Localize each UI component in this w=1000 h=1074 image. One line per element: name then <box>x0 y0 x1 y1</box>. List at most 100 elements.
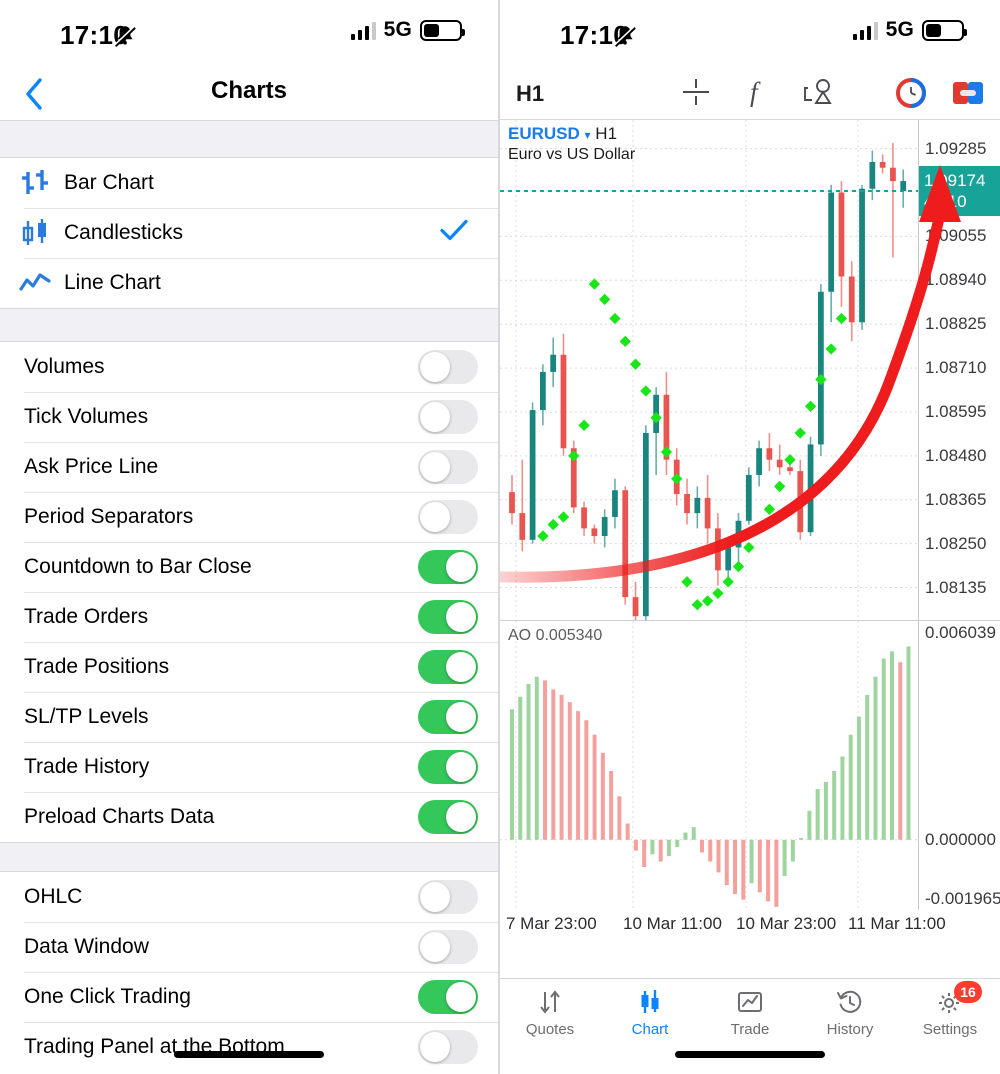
back-button[interactable] <box>14 74 54 114</box>
toggle-volumes[interactable] <box>418 350 478 384</box>
setting-row-volumes[interactable]: Volumes <box>0 342 498 392</box>
chart-type-row-bar[interactable]: Bar Chart <box>0 158 498 208</box>
toggle-ask-price-line[interactable] <box>418 450 478 484</box>
indicators-f-icon[interactable]: f <box>744 76 770 113</box>
objects-icon[interactable] <box>802 76 836 113</box>
candlestick-icon <box>18 218 64 248</box>
tab-quotes[interactable]: Quotes <box>500 979 600 1045</box>
bell-slash-icon <box>612 23 638 54</box>
setting-row-ohlc[interactable]: OHLC <box>0 872 498 922</box>
section-gap-top <box>0 120 498 158</box>
ao-tick: 0.006039 <box>925 623 996 643</box>
price-tick: 1.08250 <box>925 534 986 554</box>
price-tick: 1.08135 <box>925 578 986 598</box>
crosshair-icon[interactable] <box>680 76 712 113</box>
toggle-one-click-trading[interactable] <box>418 980 478 1014</box>
price-tick: 1.08940 <box>925 270 986 290</box>
chart-type-label: Candlesticks <box>64 221 183 245</box>
time-tick: 11 Mar 11:00 <box>848 914 946 934</box>
tab-chart[interactable]: Chart <box>600 979 700 1045</box>
setting-label: Trade History <box>24 755 149 779</box>
tab-history[interactable]: History <box>800 979 900 1045</box>
section-gap-bottom <box>0 842 498 872</box>
price-tick: 1.08480 <box>925 446 986 466</box>
setting-label: One Click Trading <box>24 985 191 1009</box>
setting-row-countdown[interactable]: Countdown to Bar Close <box>0 542 498 592</box>
setting-row-trade-positions[interactable]: Trade Positions <box>0 642 498 692</box>
chart-toolbar: H1 f <box>500 68 1000 120</box>
price-chart[interactable]: EURUSD ▾ H1 Euro vs US Dollar 1.092851.0… <box>500 120 1000 620</box>
tab-bar: Quotes Chart Trade <box>500 978 1000 1074</box>
setting-row-one-click-trading[interactable]: One Click Trading <box>0 972 498 1022</box>
setting-label: SL/TP Levels <box>24 705 149 729</box>
setting-label: Volumes <box>24 355 105 379</box>
ao-name: AO <box>508 627 531 644</box>
price-tick: 1.09285 <box>925 139 986 159</box>
clock-circle-icon[interactable] <box>896 78 926 113</box>
setting-label: Period Separators <box>24 505 193 529</box>
tab-label: Trade <box>731 1021 770 1038</box>
toggle-period-separators[interactable] <box>418 500 478 534</box>
battery-icon <box>420 20 462 41</box>
timeframe-button[interactable]: H1 <box>516 81 544 107</box>
setting-row-data-window[interactable]: Data Window <box>0 922 498 972</box>
toggle-preload-charts-data[interactable] <box>418 800 478 834</box>
setting-label: Preload Charts Data <box>24 805 214 829</box>
setting-row-ask-price-line[interactable]: Ask Price Line <box>0 442 498 492</box>
new-order-icon[interactable] <box>952 80 984 111</box>
status-right: 5G <box>853 18 964 42</box>
price-tick: 1.08365 <box>925 490 986 510</box>
setting-row-sltp-levels[interactable]: SL/TP Levels <box>0 692 498 742</box>
chart-type-row-candlesticks[interactable]: Candlesticks <box>0 208 498 258</box>
section-gap-middle <box>0 308 498 342</box>
toggle-trade-positions[interactable] <box>418 650 478 684</box>
bar-chart-icon <box>18 169 64 197</box>
setting-row-preload-charts-data[interactable]: Preload Charts Data <box>0 792 498 842</box>
chart-type-row-line[interactable]: Line Chart <box>0 258 498 308</box>
svg-text:f: f <box>750 77 761 107</box>
ao-label: AO 0.005340 <box>508 627 602 645</box>
toggle-trade-history[interactable] <box>418 750 478 784</box>
toggle-countdown-to-bar-close[interactable] <box>418 550 478 584</box>
tab-label: Chart <box>632 1021 669 1038</box>
setting-row-trade-history[interactable]: Trade History <box>0 742 498 792</box>
setting-row-trade-orders[interactable]: Trade Orders <box>0 592 498 642</box>
toggle-trade-orders[interactable] <box>418 600 478 634</box>
toggle-sltp-levels[interactable] <box>418 700 478 734</box>
time-axis: 7 Mar 23:0010 Mar 11:0010 Mar 23:0011 Ma… <box>500 910 1000 944</box>
setting-label: Trade Positions <box>24 655 169 679</box>
tab-settings[interactable]: 16 Settings <box>900 979 1000 1045</box>
toggle-data-window[interactable] <box>418 930 478 964</box>
toggle-ohlc[interactable] <box>418 880 478 914</box>
setting-row-period-separators[interactable]: Period Separators <box>0 492 498 542</box>
tab-trade[interactable]: Trade <box>700 979 800 1045</box>
home-indicator <box>174 1051 324 1058</box>
ao-tick: 0.000000 <box>925 830 996 850</box>
tab-label: Settings <box>923 1021 977 1038</box>
ao-subchart[interactable]: AO 0.005340 0.006039 0.000000 -0.001965 <box>500 620 1000 910</box>
setting-row-tick-volumes[interactable]: Tick Volumes <box>0 392 498 442</box>
price-tick: 1.08595 <box>925 402 986 422</box>
setting-label: OHLC <box>24 885 82 909</box>
bell-slash-icon <box>112 23 138 54</box>
network-type: 5G <box>384 18 412 42</box>
setting-row-trading-panel-bottom[interactable]: Trading Panel at the Bottom <box>0 1022 498 1072</box>
page-title: Charts <box>0 68 498 114</box>
network-type: 5G <box>886 18 914 42</box>
signal-bars-icon <box>853 20 878 40</box>
signal-bars-icon <box>351 20 376 40</box>
toggle-tick-volumes[interactable] <box>418 400 478 434</box>
setting-label: Trade Orders <box>24 605 148 629</box>
ao-tick: -0.001965 <box>925 889 1000 909</box>
status-right: 5G <box>351 18 462 42</box>
chart-type-label: Bar Chart <box>64 171 154 195</box>
ao-axis: 0.006039 0.000000 -0.001965 <box>918 621 1000 910</box>
toggle-trading-panel-at-bottom[interactable] <box>418 1030 478 1064</box>
checkmark-icon <box>440 220 468 247</box>
settings-badge: 16 <box>954 981 982 1003</box>
price-tick: 1.08825 <box>925 314 986 334</box>
price-axis[interactable]: 1.092851.0917449:101.090551.089401.08825… <box>918 120 1000 620</box>
setting-label: Ask Price Line <box>24 455 158 479</box>
time-tick: 10 Mar 11:00 <box>623 914 722 934</box>
chart-panel: 17:10 5G H1 <box>500 0 1000 1074</box>
